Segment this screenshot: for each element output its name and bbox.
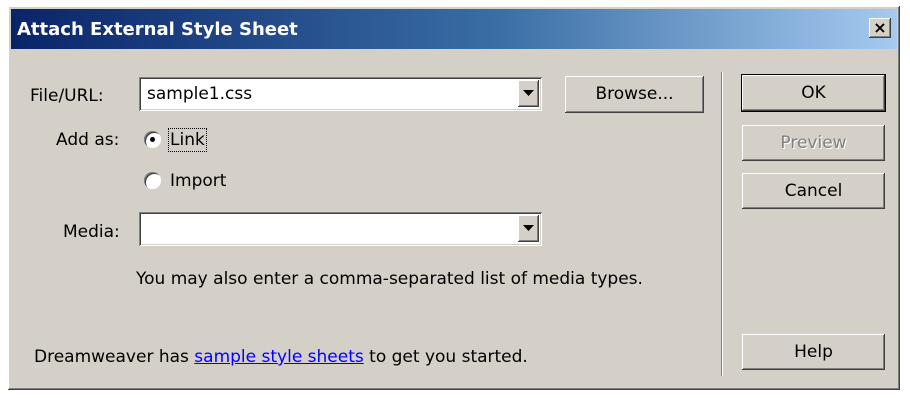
file-url-combobox[interactable]: sample1.css bbox=[139, 77, 542, 111]
footer-prefix: Dreamweaver has bbox=[34, 347, 195, 367]
close-icon: × bbox=[873, 18, 887, 37]
file-url-input[interactable]: sample1.css bbox=[147, 84, 252, 104]
media-label: Media: bbox=[63, 222, 120, 242]
attach-stylesheet-dialog: Attach External Style Sheet × File/URL: … bbox=[8, 6, 900, 390]
sample-style-sheets-link[interactable]: sample style sheets bbox=[194, 347, 363, 367]
radio-import-label[interactable]: Import bbox=[170, 171, 226, 191]
media-hint-text: You may also enter a comma-separated lis… bbox=[136, 269, 643, 289]
add-as-label: Add as: bbox=[56, 130, 120, 150]
radio-link-label[interactable]: Link bbox=[168, 128, 207, 152]
file-url-dropdown-button[interactable] bbox=[518, 80, 539, 107]
browse-button[interactable]: Browse... bbox=[565, 76, 704, 113]
chevron-down-icon bbox=[523, 90, 534, 96]
ok-button[interactable]: OK bbox=[742, 75, 885, 111]
radio-import[interactable] bbox=[144, 172, 161, 189]
radio-link[interactable] bbox=[144, 131, 161, 148]
title-bar[interactable]: Attach External Style Sheet × bbox=[11, 9, 897, 49]
preview-button[interactable]: Preview bbox=[742, 125, 885, 161]
cancel-button[interactable]: Cancel bbox=[742, 173, 885, 209]
file-url-label: File/URL: bbox=[30, 86, 104, 106]
help-button[interactable]: Help bbox=[742, 334, 885, 370]
footer-text: Dreamweaver has sample style sheets to g… bbox=[34, 347, 528, 367]
vertical-separator bbox=[721, 72, 723, 376]
footer-suffix: to get you started. bbox=[363, 347, 528, 367]
media-combobox[interactable] bbox=[139, 212, 542, 246]
chevron-down-icon bbox=[523, 225, 534, 231]
media-dropdown-button[interactable] bbox=[518, 215, 539, 242]
radio-selected-dot bbox=[150, 137, 155, 142]
close-button[interactable]: × bbox=[869, 18, 891, 38]
dialog-title: Attach External Style Sheet bbox=[17, 19, 298, 40]
